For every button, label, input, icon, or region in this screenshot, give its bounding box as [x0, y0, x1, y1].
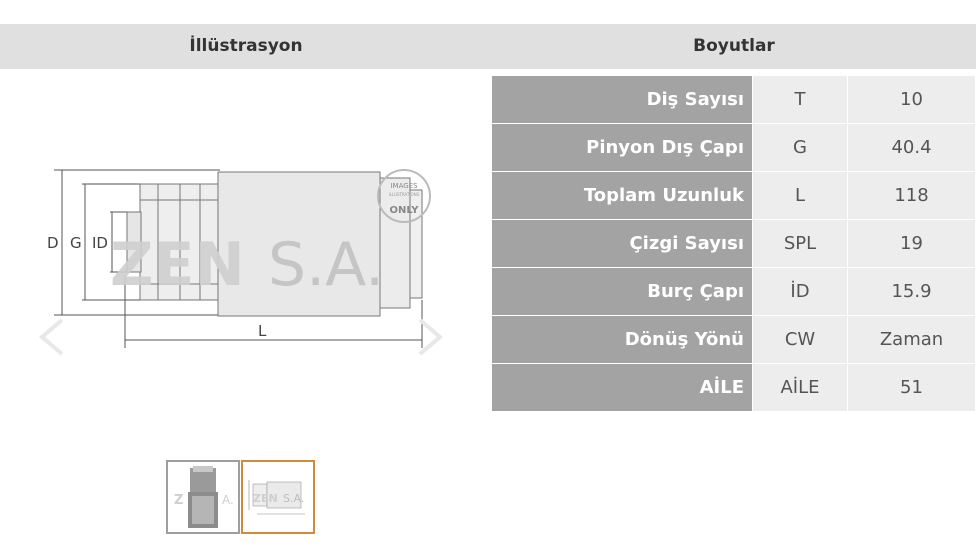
thumbnail-technical-drawing[interactable]: ZEN S.A.	[241, 460, 315, 534]
spec-value: 118	[848, 172, 976, 220]
spec-label: Dönüş Yönü	[492, 316, 753, 364]
spec-value: 51	[848, 364, 976, 412]
spec-symbol: CW	[753, 316, 848, 364]
svg-text:IMAGES: IMAGES	[390, 182, 418, 190]
table-row: Burç Çapı İD 15.9	[492, 268, 976, 316]
carousel-next-icon[interactable]	[418, 318, 446, 356]
spec-value: Zaman	[848, 316, 976, 364]
table-row: Dönüş Yönü CW Zaman	[492, 316, 976, 364]
section-header: İllüstrasyon Boyutlar	[0, 24, 976, 69]
technical-drawing: D G ID L ZEN S.A. IMAGES ILLUSTRATIONS O…	[30, 150, 460, 370]
spec-label: Diş Sayısı	[492, 76, 753, 124]
svg-text:Z: Z	[174, 493, 183, 508]
dim-label-g: G	[70, 234, 82, 252]
table-row: AİLE AİLE 51	[492, 364, 976, 412]
spec-label: Çizgi Sayısı	[492, 220, 753, 268]
spec-label: Pinyon Dış Çapı	[492, 124, 753, 172]
illustration-heading: İllüstrasyon	[189, 36, 303, 56]
spec-value: 40.4	[848, 124, 976, 172]
carousel-prev-icon[interactable]	[36, 318, 64, 356]
spec-label: AİLE	[492, 364, 753, 412]
table-row: Pinyon Dış Çapı G 40.4	[492, 124, 976, 172]
spec-value: 15.9	[848, 268, 976, 316]
dim-label-l: L	[258, 322, 267, 340]
spec-symbol: G	[753, 124, 848, 172]
svg-text:ILLUSTRATIONS: ILLUSTRATIONS	[389, 192, 420, 197]
spec-symbol: T	[753, 76, 848, 124]
spec-symbol: SPL	[753, 220, 848, 268]
dimensions-heading: Boyutlar	[693, 36, 775, 56]
spec-symbol: L	[753, 172, 848, 220]
svg-text:ONLY: ONLY	[390, 205, 420, 216]
table-row: Toplam Uzunluk L 118	[492, 172, 976, 220]
spec-symbol: AİLE	[753, 364, 848, 412]
spec-symbol: İD	[753, 268, 848, 316]
thumbnail-product-photo[interactable]: Z A.	[166, 460, 240, 534]
spec-value: 10	[848, 76, 976, 124]
watermark-suffix: S.A.	[268, 230, 384, 300]
table-row: Çizgi Sayısı SPL 19	[492, 220, 976, 268]
specs-table: Diş Sayısı T 10 Pinyon Dış Çapı G 40.4 T…	[492, 76, 976, 412]
table-row: Diş Sayısı T 10	[492, 76, 976, 124]
spec-label: Toplam Uzunluk	[492, 172, 753, 220]
watermark-brand: ZEN	[110, 230, 245, 300]
dim-label-d: D	[47, 234, 59, 252]
svg-text:S.A.: S.A.	[283, 492, 304, 505]
dim-label-id: ID	[92, 234, 108, 252]
spec-value: 19	[848, 220, 976, 268]
svg-text:ZEN: ZEN	[253, 492, 278, 505]
spec-label: Burç Çapı	[492, 268, 753, 316]
svg-text:A.: A.	[222, 493, 234, 507]
